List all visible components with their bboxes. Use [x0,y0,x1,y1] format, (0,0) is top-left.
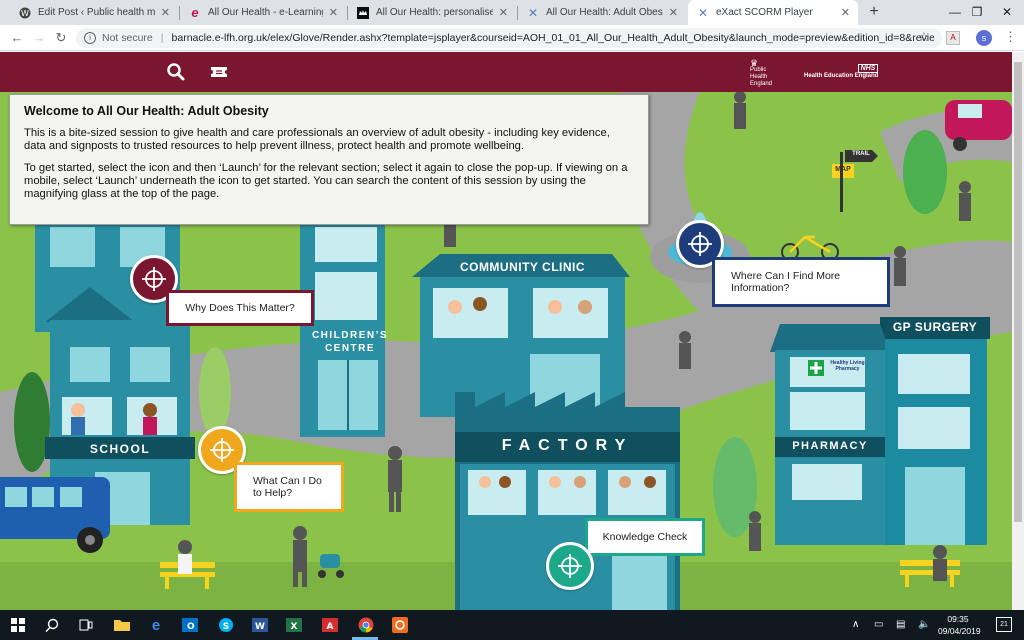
player-header: ♛ Public Health England NHS Health Educa… [0,52,1012,92]
target-icon [688,232,712,256]
childrens-centre-label-2: CENTRE [324,343,376,354]
elfh-e-icon: e [191,5,199,20]
system-clock[interactable]: 09:35 09/04/2019 [938,613,981,637]
url-text: barnacle.e-lfh.org.uk/elex/Glove/Render.… [171,32,934,44]
crest-icon: ♛ [750,58,759,68]
why-matter-label[interactable]: Why Does This Matter? [166,290,314,326]
notification-center-icon[interactable]: 21 [996,617,1012,632]
pharmacy-label: PHARMACY [792,440,868,452]
target-icon [210,438,234,462]
address-bar[interactable]: i Not secure | barnacle.e-lfh.org.uk/ele… [76,28,942,48]
welcome-panel: Welcome to All Our Health: Adult Obesity… [9,94,649,225]
welcome-title: Welcome to All Our Health: Adult Obesity [24,104,269,118]
acrobat-icon[interactable]: A [320,615,340,635]
browser-tab-personalised-care[interactable]: All Our Health: personalised care ✕ [348,0,516,25]
ticket-icon[interactable] [210,64,228,80]
browser-tab-edit-post[interactable]: W Edit Post ‹ Public health matters — ✕ [10,0,178,25]
skype-icon[interactable]: S [216,615,236,635]
hee-logo: NHS Health Education England [804,64,879,79]
windows-start-icon[interactable] [8,615,28,635]
pdf-extension-icon[interactable]: A [946,31,960,45]
welcome-instructions: To get started, select the icon and then… [24,162,628,200]
svg-text:W: W [255,622,265,632]
svg-text:A: A [327,622,334,632]
svg-text:S: S [223,622,229,632]
welcome-intro: This is a bite-sized session to give hea… [24,127,610,152]
tray-expand-icon[interactable]: ∧ [852,619,859,630]
clock-time: 09:35 [947,614,969,624]
excel-icon[interactable]: X [284,615,304,635]
factory-label: FACTORY [501,437,634,454]
scorm-x-icon: ✕ [697,5,709,20]
phe-logo: ♛ Public Health England [750,58,784,88]
map-sign-label: MAP [835,166,851,173]
close-icon[interactable]: ✕ [669,6,678,19]
gov-crown-icon [356,6,370,20]
chrome-icon[interactable] [356,615,376,635]
outlook-icon[interactable]: O [180,615,200,635]
browser-menu-icon[interactable]: ⋮ [1004,29,1017,45]
new-tab-button[interactable]: + [864,2,884,22]
svg-text:W: W [21,9,29,18]
svg-text:X: X [291,622,298,632]
scorm-x-icon: ✕ [527,5,539,20]
browser-tab-elearning[interactable]: e All Our Health - e-Learning for He ✕ [180,0,346,25]
clock-date: 09/04/2019 [938,626,981,636]
back-arrow-icon[interactable]: ← [8,29,26,47]
task-view-icon[interactable] [76,615,96,635]
more-info-label[interactable]: Where Can I Find More Information? [712,257,890,307]
reload-icon[interactable]: ↻ [52,29,70,47]
trail-sign-label: TRAIL [852,151,870,157]
close-icon[interactable]: ✕ [161,6,170,19]
knowledge-check-hotspot[interactable] [546,542,594,590]
page-scrollbar[interactable] [1012,52,1024,610]
svg-text:O: O [187,622,195,632]
wordpress-icon: W [18,6,32,20]
battery-icon[interactable]: ▭ [874,619,883,630]
volume-mute-icon[interactable]: 🔈 [918,619,930,630]
windows-taskbar: e O S W X A ∧ ▭ ▤ 🔈 09:35 09/04/2019 21 [0,610,1024,640]
scrollbar-thumb[interactable] [1014,62,1022,522]
file-explorer-icon[interactable] [112,615,132,635]
healthy-living-sign: Healthy Living Pharmacy [830,360,865,372]
search-icon[interactable] [166,62,186,82]
close-icon[interactable]: ✕ [329,6,338,19]
bookmark-star-icon[interactable]: ☆ [918,29,930,45]
browser-tab-scorm-player[interactable]: ✕ eXact SCORM Player ✕ [688,0,858,25]
target-icon [142,267,166,291]
close-icon[interactable]: ✕ [841,6,850,19]
school-label: SCHOOL [89,442,151,456]
childrens-centre-label: CHILDREN’S [311,330,389,341]
knowledge-check-label[interactable]: Knowledge Check [585,518,705,556]
security-status: Not secure [102,32,153,44]
gp-surgery-label: GP SURGERY [892,320,978,334]
window-close-button[interactable]: ✕ [984,0,1024,25]
community-clinic-label: COMMUNITY CLINIC [459,260,586,274]
sync-app-icon[interactable] [390,615,410,635]
network-icon[interactable]: ▤ [896,619,905,630]
omnibox-divider: | [160,32,164,44]
browser-toolbar: ← → ↻ i Not secure | barnacle.e-lfh.org.… [0,25,1024,51]
help-label[interactable]: What Can I Do to Help? [234,462,344,512]
info-icon[interactable]: i [84,32,96,44]
browser-tab-strip: W Edit Post ‹ Public health matters — ✕ … [0,0,1024,25]
browser-tab-adult-obesity[interactable]: ✕ All Our Health: Adult Obesity - e ✕ [518,0,686,25]
close-icon[interactable]: ✕ [499,6,508,19]
profile-avatar[interactable]: s [976,30,992,46]
word-icon[interactable]: W [250,615,270,635]
target-icon [558,554,582,578]
forward-arrow-icon[interactable]: → [30,29,48,47]
edge-icon[interactable]: e [146,615,166,635]
search-icon[interactable] [42,615,62,635]
